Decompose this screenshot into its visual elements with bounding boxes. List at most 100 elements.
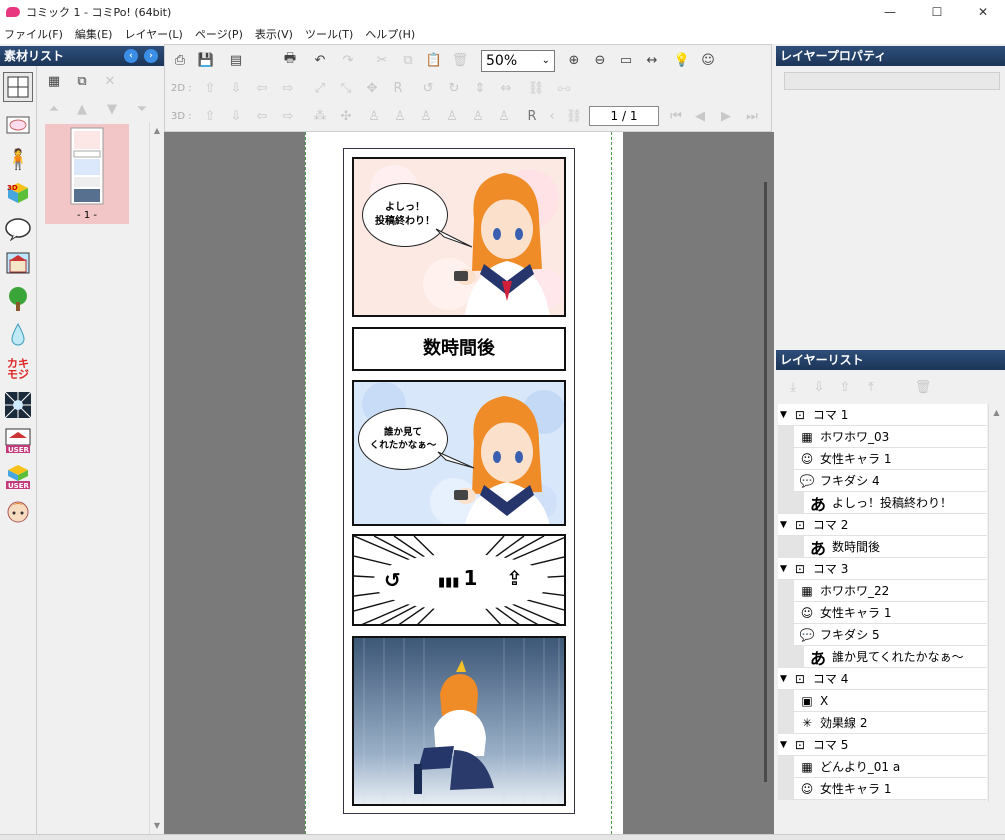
layer-group-row[interactable]: ▼ ⊡ コマ 5 [778,734,987,756]
layer-row[interactable]: ☺ 女性キャラ 1 [778,447,987,470]
collapse-arrow-icon[interactable]: ▼ [780,410,787,420]
layer-row[interactable]: あ数時間後 [778,535,987,558]
face-settings-icon[interactable]: ☺ [699,51,717,69]
layer-row[interactable]: ☺ 女性キャラ 1 [778,601,987,624]
layer-row[interactable]: あ誰か見てくれたかなぁ～ [778,645,987,668]
3d-up-icon[interactable]: ⇧ [201,107,219,125]
layer-row[interactable]: ▦ ホワホワ_03 [778,425,987,448]
2d-rotate-right-icon[interactable]: ↻ [445,79,463,97]
canvas-scrollbar[interactable] [758,132,774,834]
3d-link-icon[interactable]: ⛓ [565,107,583,125]
drop-icon[interactable] [3,320,33,350]
2d-shrink-icon[interactable]: ⤡ [337,79,355,97]
light-icon[interactable]: 💡 [673,51,691,69]
zoom-in-icon[interactable]: ⊕ [565,51,583,69]
scroll-down-icon[interactable]: ▼ [150,821,164,830]
trash-icon[interactable]: 🗑 [451,51,469,69]
collapse-arrow-icon[interactable]: ▼ [780,520,787,530]
thumbnail-scrollbar[interactable]: ▲ ▼ [149,122,164,834]
copy-page-icon[interactable]: ⧉ [73,72,91,90]
koma-3[interactable]: 誰か見て くれたかなぁ～ [352,380,566,526]
menu-layer[interactable]: レイヤー(L) [124,26,182,42]
user-background-icon[interactable]: USER [3,426,33,456]
zoom-out-icon[interactable]: ⊖ [591,51,609,69]
scroll-up-icon[interactable]: ▲ [150,126,164,135]
print-icon[interactable]: ⎙ [171,51,189,69]
3d-spread-icon[interactable]: ✣ [337,107,355,125]
layer-row[interactable]: ✳ 効果線 2 [778,711,987,734]
collapse-arrow-icon[interactable]: ▼ [780,740,787,750]
save-icon[interactable]: 💾 [197,51,215,69]
next-icon[interactable]: › [144,49,158,63]
minimize-button[interactable]: — [867,0,913,24]
move-down-icon[interactable]: ▼ [103,100,121,118]
character-icon[interactable]: 🧍 [3,144,33,174]
frame-layout-icon[interactable] [3,72,33,102]
layer-row[interactable]: ▣ X [778,689,987,712]
fit-page-icon[interactable]: ▭ [617,51,635,69]
layer-delete-icon[interactable]: 🗑 [914,378,932,396]
layer-row[interactable]: ☺ 女性キャラ 1 [778,777,987,800]
2d-move-icon[interactable]: ✥ [363,79,381,97]
layer-scroll-up-icon[interactable]: ▲ [989,408,1004,417]
kaki-moji-icon[interactable]: カキ モジ [3,354,33,384]
copy-icon[interactable]: ⧉ [399,51,417,69]
collapse-arrow-icon[interactable]: ▼ [780,674,787,684]
zoom-select[interactable]: 50% ⌄ [481,50,555,72]
comic-page[interactable]: よしっ！ 投稿終わり！ 数時間後 誰か見て くれたかなぁ～ ↺ ▮▮▮ 1 ⇪ [305,132,623,834]
2d-reset-icon[interactable]: R [389,79,407,97]
user-3d-icon[interactable]: USER [3,462,33,492]
menu-edit[interactable]: 編集(E) [75,26,113,42]
panel3-speech-bubble[interactable]: 誰か見て くれたかなぁ～ [358,408,448,470]
3d-pose-icon[interactable]: ⁂ [311,107,329,125]
layer-move-bottom-icon[interactable]: ⤓ [784,378,802,396]
layer-group-row[interactable]: ▼ ⊡ コマ 3 [778,558,987,580]
move-last-icon[interactable]: ⏷ [133,100,151,118]
layer-move-top-icon[interactable]: ⤒ [862,378,880,396]
layer-row[interactable]: 💬 フキダシ 5 [778,623,987,646]
next-page-icon[interactable]: ▶ [717,107,735,125]
2d-down-icon[interactable]: ⇩ [227,79,245,97]
cut-icon[interactable]: ✂ [373,51,391,69]
koma-4[interactable]: ↺ ▮▮▮ 1 ⇪ [352,534,566,626]
3d-prev-icon[interactable]: ‹ [543,107,561,125]
first-page-icon[interactable]: ⏮ [667,107,685,125]
prev-icon[interactable]: ‹ [124,49,138,63]
2d-up-icon[interactable]: ⇧ [201,79,219,97]
3d-object-icon[interactable]: 3D [3,178,33,208]
3d-figure-3-icon[interactable]: ♙ [417,107,435,125]
page-counter[interactable]: 1 / 1 [589,106,659,126]
page-thumbnail[interactable]: - 1 - [45,124,129,224]
move-first-icon[interactable]: ⏶ [45,100,63,118]
2d-flip-h-icon[interactable]: ⇔ [497,79,515,97]
delete-page-icon[interactable]: ✕ [101,72,119,90]
comic-canvas[interactable]: よしっ！ 投稿終わり！ 数時間後 誰か見て くれたかなぁ～ ↺ ▮▮▮ 1 ⇪ [164,132,774,834]
layer-row[interactable]: あよしっ！投稿終わり！ [778,491,987,514]
koma-1[interactable]: よしっ！ 投稿終わり！ [352,157,566,317]
3d-figure-4-icon[interactable]: ♙ [443,107,461,125]
redo-icon[interactable]: ↷ [339,51,357,69]
layer-list-scrollbar[interactable]: ▲ [988,404,1004,802]
2d-scale-icon[interactable]: ⤢ [311,79,329,97]
3d-reset-icon[interactable]: R [523,107,541,125]
2d-left-icon[interactable]: ⇦ [253,79,271,97]
printer-icon[interactable]: 🖶 [281,51,299,69]
speech-bubble-icon[interactable] [3,214,33,244]
menu-file[interactable]: ファイル(F) [4,26,63,42]
maximize-button[interactable]: ☐ [914,0,960,24]
menu-page[interactable]: ページ(P) [195,26,243,42]
3d-figure-6-icon[interactable]: ♙ [495,107,513,125]
character-face-icon[interactable] [3,496,33,526]
koma-2[interactable]: 数時間後 [352,327,566,371]
tree-icon[interactable] [3,284,33,314]
2d-link-icon[interactable]: ⛓ [527,79,545,97]
collapse-arrow-icon[interactable]: ▼ [780,564,787,574]
layer-move-down-icon[interactable]: ⇩ [810,378,828,396]
effect-lines-icon[interactable] [3,390,33,420]
2d-flip-v-icon[interactable]: ⇕ [471,79,489,97]
undo-icon[interactable]: ↶ [311,51,329,69]
add-page-icon[interactable]: ▦ [45,72,63,90]
layer-row[interactable]: 💬 フキダシ 4 [778,469,987,492]
move-up-icon[interactable]: ▲ [73,100,91,118]
layer-group-row[interactable]: ▼ ⊡ コマ 2 [778,514,987,536]
